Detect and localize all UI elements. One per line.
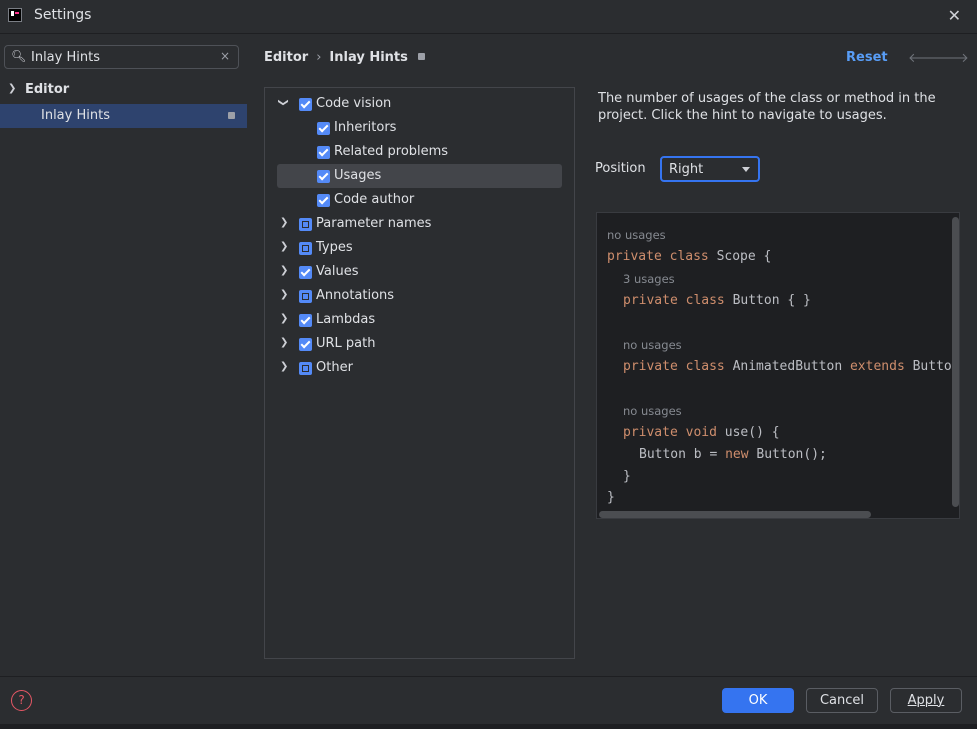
usage-hint[interactable]: no usages — [623, 404, 682, 418]
code-preview: no usages private class Scope { 3 usages… — [596, 212, 960, 519]
dialog-footer: ? OK Cancel Apply — [0, 676, 977, 724]
option-label: Lambdas — [316, 312, 376, 327]
chevron-right-icon[interactable]: ❯ — [280, 313, 288, 324]
search-field[interactable]: 🔍︎ × — [4, 45, 239, 69]
option-label: URL path — [316, 336, 376, 351]
code-line: Button b = new Button(); — [639, 447, 827, 462]
option-label: Annotations — [316, 288, 395, 303]
option-label: Values — [316, 264, 359, 279]
option-parameter-names[interactable]: ❯ Parameter names — [265, 213, 574, 235]
option-description: The number of usages of the class or met… — [598, 91, 936, 123]
position-value: Right — [669, 162, 704, 177]
breadcrumb: Editor › Inlay Hints — [264, 50, 425, 65]
code-author-checkbox[interactable] — [317, 194, 330, 207]
option-lambdas[interactable]: ❯ Lambdas — [265, 309, 574, 331]
breadcrumb-separator: › — [316, 50, 322, 65]
option-code-author[interactable]: Code author — [265, 189, 574, 211]
lambdas-checkbox[interactable] — [299, 314, 312, 327]
option-url-path[interactable]: ❯ URL path — [265, 333, 574, 355]
option-values[interactable]: ❯ Values — [265, 261, 574, 283]
breadcrumb-parent[interactable]: Editor — [264, 50, 308, 65]
option-usages[interactable]: Usages — [277, 164, 562, 188]
chevron-down-icon[interactable]: ❯ — [278, 98, 289, 106]
forward-arrow-icon[interactable]: 🡒 — [934, 50, 969, 66]
help-icon[interactable]: ? — [11, 690, 32, 711]
option-label: Other — [316, 360, 353, 375]
horizontal-scrollbar[interactable] — [599, 511, 871, 518]
types-checkbox[interactable] — [299, 242, 312, 255]
breadcrumb-current: Inlay Hints — [329, 50, 408, 65]
ok-button[interactable]: OK — [722, 688, 794, 713]
dropdown-arrow-icon — [742, 167, 750, 172]
chevron-right-icon[interactable]: ❯ — [280, 337, 288, 348]
option-label: Related problems — [334, 144, 449, 159]
inlay-hints-options-tree: ❯ Code vision Inheritors Related problem… — [264, 87, 575, 659]
close-icon[interactable]: ✕ — [948, 6, 961, 25]
option-inheritors[interactable]: Inheritors — [265, 117, 574, 139]
usages-checkbox[interactable] — [317, 170, 330, 183]
sidebar-item-label: Inlay Hints — [41, 108, 110, 123]
inheritors-checkbox[interactable] — [317, 122, 330, 135]
other-checkbox[interactable] — [299, 362, 312, 375]
sidebar-item-label: Editor — [25, 82, 70, 97]
url-path-checkbox[interactable] — [299, 338, 312, 351]
option-label: Types — [316, 240, 353, 255]
parameter-names-checkbox[interactable] — [299, 218, 312, 231]
settings-content: Editor › Inlay Hints Reset 🡐 🡒 ❯ Code visi… — [250, 35, 977, 675]
related-problems-checkbox[interactable] — [317, 146, 330, 159]
usage-hint[interactable]: no usages — [607, 228, 666, 242]
search-icon: 🔍︎ — [11, 49, 27, 63]
chevron-right-icon[interactable]: ❯ — [280, 241, 288, 252]
annotations-checkbox[interactable] — [299, 290, 312, 303]
project-level-icon — [417, 53, 425, 60]
sidebar-item-editor[interactable]: ❯ Editor — [0, 80, 247, 102]
reset-link[interactable]: Reset — [846, 50, 888, 65]
usage-hint[interactable]: 3 usages — [623, 272, 675, 286]
code-line: private void use() { — [623, 425, 780, 440]
option-annotations[interactable]: ❯ Annotations — [265, 285, 574, 307]
option-label: Code author — [334, 192, 415, 207]
usage-hint[interactable]: no usages — [623, 338, 682, 352]
option-label: Inheritors — [334, 120, 397, 135]
chevron-right-icon[interactable]: ❯ — [280, 289, 288, 300]
bottom-edge — [0, 724, 977, 729]
option-label: Code vision — [316, 96, 392, 111]
option-label: Parameter names — [316, 216, 432, 231]
values-checkbox[interactable] — [299, 266, 312, 279]
option-other[interactable]: ❯ Other — [265, 357, 574, 379]
option-code-vision[interactable]: ❯ Code vision — [265, 93, 574, 115]
position-label: Position — [595, 161, 646, 176]
option-label: Usages — [334, 168, 382, 183]
project-level-icon — [228, 112, 235, 119]
intellij-app-icon — [8, 8, 22, 22]
apply-button[interactable]: Apply — [890, 688, 962, 713]
code-line: private class Button { } — [623, 293, 811, 308]
chevron-right-icon[interactable]: ❯ — [280, 217, 288, 228]
code-line: } — [607, 490, 615, 505]
chevron-down-icon[interactable]: ❯ — [8, 83, 16, 94]
window-title: Settings — [34, 7, 92, 23]
code-line: } — [623, 469, 631, 484]
search-input[interactable] — [31, 48, 211, 66]
chevron-right-icon[interactable]: ❯ — [280, 361, 288, 372]
title-bar: Settings ✕ — [0, 0, 977, 34]
code-line: private class AnimatedButton extends But… — [623, 359, 952, 374]
code-vision-checkbox[interactable] — [299, 98, 312, 111]
settings-sidebar: 🔍︎ × ❯ Editor Inlay Hints — [0, 35, 250, 675]
clear-search-icon[interactable]: × — [220, 49, 230, 63]
sidebar-item-inlay-hints[interactable]: Inlay Hints — [0, 104, 247, 128]
option-related-problems[interactable]: Related problems — [265, 141, 574, 163]
position-dropdown[interactable]: Right — [660, 156, 760, 182]
code-line: private class Scope { — [607, 249, 772, 264]
vertical-scrollbar[interactable] — [952, 217, 959, 507]
chevron-right-icon[interactable]: ❯ — [280, 265, 288, 276]
cancel-button[interactable]: Cancel — [806, 688, 878, 713]
option-types[interactable]: ❯ Types — [265, 237, 574, 259]
